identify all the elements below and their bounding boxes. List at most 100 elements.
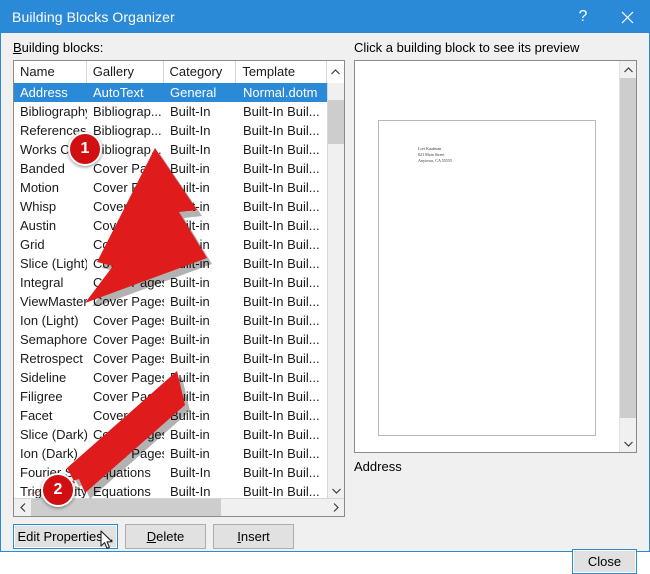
table-row[interactable]: Filigree Cover Pages Built-in Built-In Buil…	[14, 387, 327, 406]
table-row[interactable]: Bibliography Bibliograp... Built-In Built-I…	[14, 102, 327, 121]
column-header-template[interactable]: Template	[236, 61, 326, 83]
cell-gallery: Cover Pages	[93, 161, 164, 176]
cell-gallery: Cover Pages	[93, 370, 164, 385]
cell-template: Built-In Buil...	[243, 446, 320, 461]
cell-name: Whisp	[20, 199, 57, 214]
annotation-badge-1: 1	[68, 132, 102, 166]
table-row[interactable]: Works Cited Bibliograp... Built-In Built-In…	[14, 140, 327, 159]
building-blocks-list[interactable]: Name Gallery Category Template Address Au…	[13, 60, 345, 517]
cell-gallery: Cover Pages	[93, 427, 164, 442]
preview-document-page: Lori Kaufman 821 Main Street Anytown, CA…	[378, 120, 596, 436]
cell-name: Grid	[20, 237, 45, 252]
address-line-3: Anytown, CA 55555	[418, 158, 453, 164]
table-row[interactable]: Whisp Cover Pages Built-in Built-In Buil...	[14, 197, 327, 216]
table-row[interactable]: ViewMaster Cover Pages Built-in Built-In Bu…	[14, 292, 327, 311]
help-icon[interactable]: ?	[561, 1, 605, 33]
cell-category: General	[170, 85, 217, 100]
cell-name: Filigree	[20, 389, 63, 404]
insert-button[interactable]: Insert	[213, 524, 294, 549]
preview-scrollbar-up-arrow[interactable]	[620, 61, 636, 78]
cell-template: Built-In Buil...	[243, 123, 320, 138]
table-row[interactable]: Facet Cover Pages Built-in Built-In Buil...	[14, 406, 327, 425]
preview-instruction-label: Click a building block to see its previe…	[354, 40, 580, 55]
close-button[interactable]: Close	[572, 549, 637, 574]
table-row[interactable]: Grid Cover Pages Built-in Built-In Buil...	[14, 235, 327, 254]
cell-category: Built-In	[170, 104, 211, 119]
table-row[interactable]: Retrospect Cover Pages Built-in Built-In Bu…	[14, 349, 327, 368]
scrollbar-right-arrow[interactable]	[327, 499, 344, 516]
cell-template: Built-In Buil...	[243, 180, 320, 195]
table-row[interactable]: Sideline Cover Pages Built-in Built-In Buil…	[14, 368, 327, 387]
cell-template: Built-In Buil...	[243, 275, 320, 290]
column-header-category[interactable]: Category	[164, 61, 237, 83]
table-row[interactable]: Austin Cover Pages Built-in Built-In Buil..…	[14, 216, 327, 235]
scrollbar-down-arrow[interactable]	[328, 482, 344, 499]
scrollbar-up-arrow[interactable]	[326, 61, 344, 83]
delete-button[interactable]: Delete	[125, 524, 206, 549]
list-column-headers: Name Gallery Category Template	[14, 61, 344, 84]
cell-gallery: Cover Pages	[93, 446, 164, 461]
cell-category: Built-In	[170, 484, 211, 499]
cell-category: Built-In	[170, 123, 211, 138]
cell-category: Built-in	[170, 389, 210, 404]
preview-scrollbar-down-arrow[interactable]	[620, 435, 636, 452]
cell-gallery: Cover Pages	[93, 294, 164, 309]
cell-name: Facet	[20, 408, 53, 423]
preview-vertical-scrollbar[interactable]	[619, 61, 636, 452]
cell-category: Built-in	[170, 427, 210, 442]
insert-button-label: Insert	[237, 529, 270, 544]
list-vertical-scrollbar[interactable]	[327, 83, 344, 499]
cell-name: Slice (Dark)	[20, 427, 87, 442]
table-row[interactable]: Ion (Light) Cover Pages Built-in Built-In B…	[14, 311, 327, 330]
cell-category: Built-in	[170, 199, 210, 214]
list-rows[interactable]: Address AutoText General Normal.dotm Bibliog…	[14, 83, 327, 499]
title-bar: Building Blocks Organizer ?	[1, 1, 649, 33]
cell-name: Semaphore	[20, 332, 87, 347]
preview-address-text: Lori Kaufman 821 Main Street Anytown, CA…	[418, 146, 452, 165]
list-vertical-scroll-thumb[interactable]	[328, 100, 344, 144]
cell-template: Built-In Buil...	[243, 389, 320, 404]
cell-category: Built-in	[170, 275, 210, 290]
cell-gallery: Cover Pages	[93, 351, 164, 366]
cell-category: Built-in	[170, 313, 210, 328]
cell-name: Austin	[20, 218, 57, 233]
cell-template: Built-In Buil...	[243, 370, 320, 385]
edit-properties-button[interactable]: Edit Properties...	[13, 524, 118, 549]
column-header-name[interactable]: Name	[14, 61, 87, 83]
cell-category: Built-in	[170, 408, 210, 423]
column-header-gallery[interactable]: Gallery	[87, 61, 164, 83]
cell-template: Built-In Buil...	[243, 465, 320, 480]
cell-name: Ion (Dark)	[20, 446, 78, 461]
table-row[interactable]: Semaphore Cover Pages Built-in Built-In Bui…	[14, 330, 327, 349]
scrollbar-left-arrow[interactable]	[14, 499, 31, 516]
table-row[interactable]: References Bibliograp... Built-In Built-In …	[14, 121, 327, 140]
table-row[interactable]: Motion Cover Pages Built-in Built-In Buil..…	[14, 178, 327, 197]
preview-pane: Lori Kaufman 821 Main Street Anytown, CA…	[354, 60, 637, 453]
cell-name: Bibliography	[20, 104, 87, 119]
cell-category: Built-in	[170, 256, 210, 271]
cell-name: Slice (Light)	[20, 256, 87, 271]
dialog-content: Building blocks: Click a building block …	[1, 33, 649, 574]
cell-name: Retrospect	[20, 351, 83, 366]
cell-template: Built-In Buil...	[243, 142, 320, 157]
cell-gallery: Bibliograp...	[93, 104, 162, 119]
building-blocks-organizer-dialog: Building Blocks Organizer ? Building blo…	[0, 0, 650, 574]
window-title: Building Blocks Organizer	[12, 9, 175, 25]
cell-name: Ion (Light)	[20, 313, 79, 328]
table-row[interactable]: Banded Cover Pages Built-in Built-In Buil..…	[14, 159, 327, 178]
cell-template: Built-In Buil...	[243, 104, 320, 119]
cell-gallery: Cover Pages	[93, 237, 164, 252]
annotation-badge-2: 2	[41, 473, 75, 507]
table-row[interactable]: Ion (Dark) Cover Pages Built-in Built-In Bu…	[14, 444, 327, 463]
cell-category: Built-in	[170, 332, 210, 347]
table-row[interactable]: Slice (Light) Cover Pages Built-in Built-In…	[14, 254, 327, 273]
building-blocks-label: Building blocks:	[13, 40, 104, 55]
table-row[interactable]: Slice (Dark) Cover Pages Built-in Built-In …	[14, 425, 327, 444]
table-row[interactable]: Address AutoText General Normal.dotm	[14, 83, 327, 102]
cell-gallery: Cover Pages	[93, 180, 164, 195]
cell-template: Built-In Buil...	[243, 161, 320, 176]
table-row[interactable]: Integral Cover Pages Built-in Built-In Buil…	[14, 273, 327, 292]
cell-gallery: Equations	[93, 465, 151, 480]
preview-vertical-scroll-thumb[interactable]	[620, 78, 636, 418]
close-icon[interactable]	[605, 1, 649, 33]
